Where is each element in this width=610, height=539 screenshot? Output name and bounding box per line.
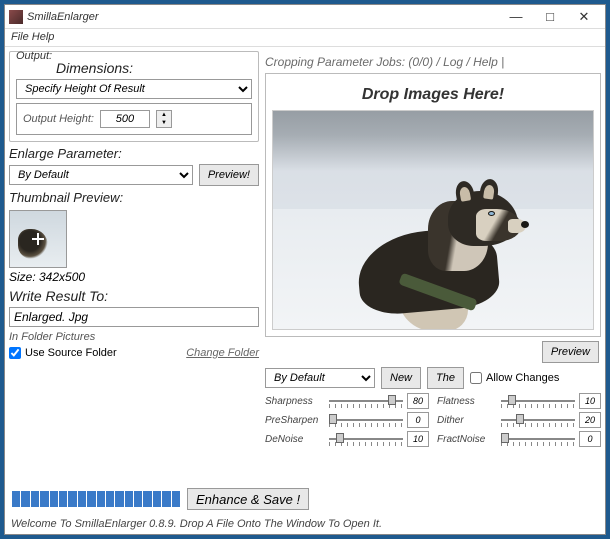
use-source-input[interactable] [9, 347, 21, 359]
folder-text: In Folder Pictures [9, 331, 259, 343]
slider-label: Flatness [437, 396, 497, 407]
menubar[interactable]: File Help [5, 29, 605, 47]
slider-label: DeNoise [265, 434, 325, 445]
slider-presharpen[interactable] [329, 413, 403, 427]
preview-image [272, 110, 594, 330]
crosshair-icon [32, 233, 44, 245]
filename-input[interactable] [9, 307, 259, 327]
close-button[interactable]: ✕ [567, 7, 601, 27]
left-panel: Output: Dimensions: Specify Height Of Re… [9, 51, 259, 530]
slider-value[interactable]: 0 [407, 412, 429, 428]
the-button[interactable]: The [427, 367, 464, 389]
param-preset-select[interactable]: By Default [265, 368, 375, 388]
new-button[interactable]: New [381, 367, 421, 389]
slider-label: Dither [437, 415, 497, 426]
change-folder-link[interactable]: Change Folder [186, 347, 259, 359]
slider-value[interactable]: 20 [579, 412, 601, 428]
slider-label: Sharpness [265, 396, 325, 407]
app-window: SmillaEnlarger ― □ ✕ File Help Output: D… [4, 4, 606, 535]
minimize-button[interactable]: ― [499, 7, 533, 27]
slider-dither[interactable] [501, 413, 575, 427]
content: Output: Dimensions: Specify Height Of Re… [5, 47, 605, 534]
sliders: Sharpness 80 PreSharpen 0 DeNoise 10 Flatness… [265, 393, 601, 447]
enhance-save-button[interactable]: Enhance & Save ! [187, 488, 309, 510]
slider-fractnoise[interactable] [501, 432, 575, 446]
enlarge-label: Enlarge Parameter: [9, 146, 122, 161]
progress-bar [11, 490, 181, 508]
slider-label: FractNoise [437, 434, 497, 445]
drop-title: Drop Images Here! [272, 80, 594, 110]
thumbnail-label: Thumbnail Preview: [9, 190, 123, 205]
titlebar: SmillaEnlarger ― □ ✕ [5, 5, 605, 29]
preview-button[interactable]: Preview! [199, 164, 259, 186]
slider-flatness[interactable] [501, 394, 575, 408]
slider-denoise[interactable] [329, 432, 403, 446]
height-spinner[interactable]: ▲▼ [156, 110, 172, 128]
slider-row: FractNoise 0 [437, 431, 601, 447]
slider-value[interactable]: 10 [407, 431, 429, 447]
slider-row: PreSharpen 0 [265, 412, 429, 428]
bottom-bar: Enhance & Save ! [11, 488, 599, 510]
drop-zone[interactable]: Drop Images Here! [265, 73, 601, 337]
status-bar: Welcome To SmillaEnlarger 0.8.9. Drop A … [11, 518, 599, 530]
slider-row: Flatness 10 [437, 393, 601, 409]
output-height-box: Output Height: ▲▼ [16, 103, 252, 135]
dimensions-label: Dimensions: [56, 60, 133, 76]
slider-row: Dither 20 [437, 412, 601, 428]
slider-label: PreSharpen [265, 415, 325, 426]
app-icon [9, 10, 23, 24]
thumbnail-size: Size: 342x500 [9, 270, 259, 284]
thumbnail-group: Thumbnail Preview: Size: 342x500 [9, 190, 259, 284]
maximize-button[interactable]: □ [533, 7, 567, 27]
allow-changes-checkbox[interactable]: Allow Changes [470, 372, 559, 384]
slider-row: DeNoise 10 [265, 431, 429, 447]
window-title: SmillaEnlarger [27, 11, 499, 23]
slider-sharpness[interactable] [329, 394, 403, 408]
slider-value[interactable]: 0 [579, 431, 601, 447]
write-group: Write Result To: In Folder Pictures Use … [9, 288, 259, 363]
write-label: Write Result To: [9, 288, 108, 304]
params-row: By Default New The Allow Changes [265, 367, 601, 389]
right-preview-button[interactable]: Preview [542, 341, 599, 363]
output-group: Output: Dimensions: Specify Height Of Re… [9, 51, 259, 142]
output-height-label: Output Height: [23, 113, 94, 125]
output-height-input[interactable] [100, 110, 150, 128]
enlarge-group: Enlarge Parameter: By Default Preview! [9, 146, 259, 186]
slider-value[interactable]: 80 [407, 393, 429, 409]
use-source-checkbox[interactable]: Use Source Folder [9, 347, 117, 359]
enlarge-preset-select[interactable]: By Default [9, 165, 193, 185]
right-panel: Cropping Parameter Jobs: (0/0) / Log / H… [265, 51, 601, 530]
slider-value[interactable]: 10 [579, 393, 601, 409]
output-mode-select[interactable]: Specify Height Of Result [16, 79, 252, 99]
slider-row: Sharpness 80 [265, 393, 429, 409]
output-prefix: Output: [16, 50, 52, 62]
thumbnail-image[interactable] [9, 210, 67, 268]
right-tabs[interactable]: Cropping Parameter Jobs: (0/0) / Log / H… [265, 51, 601, 73]
